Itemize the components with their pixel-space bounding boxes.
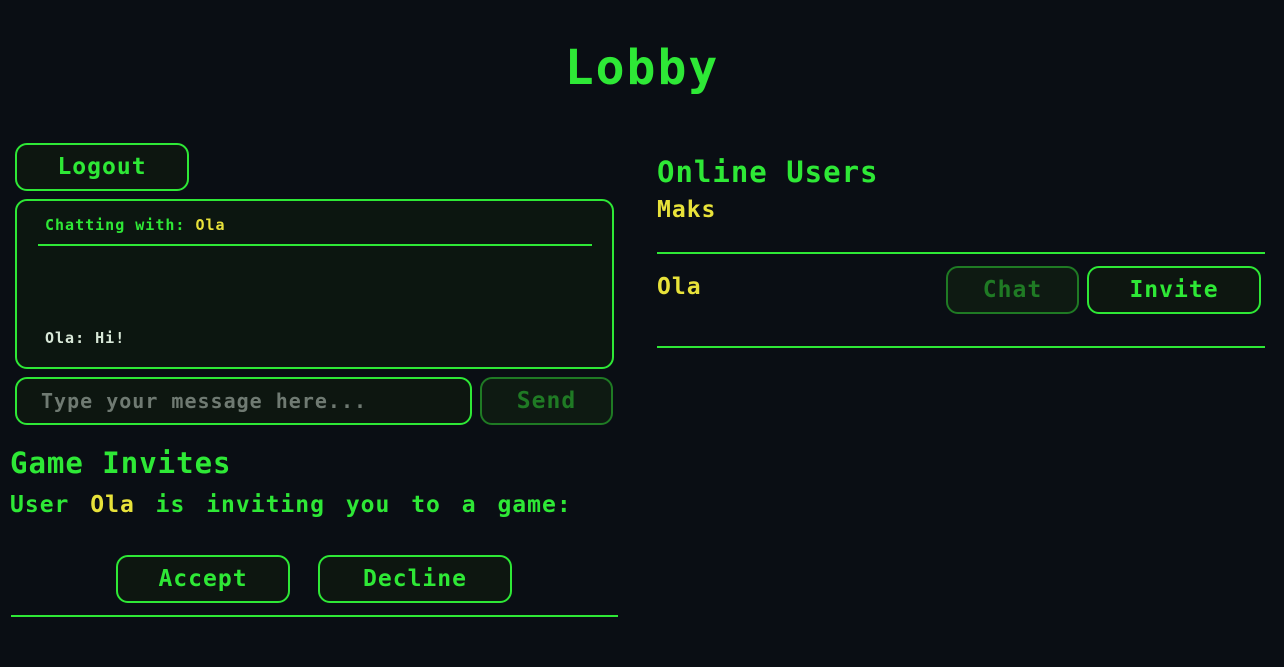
online-user-name: Ola (657, 274, 702, 300)
chat-with-user-button[interactable]: Chat (946, 266, 1079, 314)
game-invites-heading: Game Invites (10, 446, 232, 480)
online-users-heading: Online Users (657, 155, 879, 189)
send-button[interactable]: Send (480, 377, 613, 425)
chat-header: Chatting with: Ola (45, 216, 226, 234)
users-divider (657, 346, 1265, 348)
invites-divider (11, 615, 618, 617)
message-input[interactable] (15, 377, 472, 425)
chat-header-label: Chatting with: (45, 216, 186, 234)
accept-button[interactable]: Accept (116, 555, 290, 603)
invite-text-suffix: is inviting you to a game: (155, 492, 572, 518)
invite-text-prefix: User (10, 492, 70, 518)
page-title: Lobby (564, 40, 720, 96)
invite-user-button[interactable]: Invite (1087, 266, 1261, 314)
chat-message: Ola: Hi! (45, 329, 126, 347)
decline-button[interactable]: Decline (318, 555, 512, 603)
chat-partner-name: Ola (195, 216, 226, 234)
logout-button[interactable]: Logout (15, 143, 189, 191)
chat-divider (38, 244, 592, 246)
invite-message: User Ola is inviting you to a game: (10, 490, 610, 520)
current-user-name: Maks (657, 197, 717, 223)
chat-window: Chatting with: Ola Ola: Hi! (15, 199, 614, 369)
users-divider (657, 252, 1265, 254)
lobby-page: Lobby Logout Chatting with: Ola Ola: Hi!… (0, 0, 1284, 667)
invite-from-user: Ola (90, 492, 135, 518)
